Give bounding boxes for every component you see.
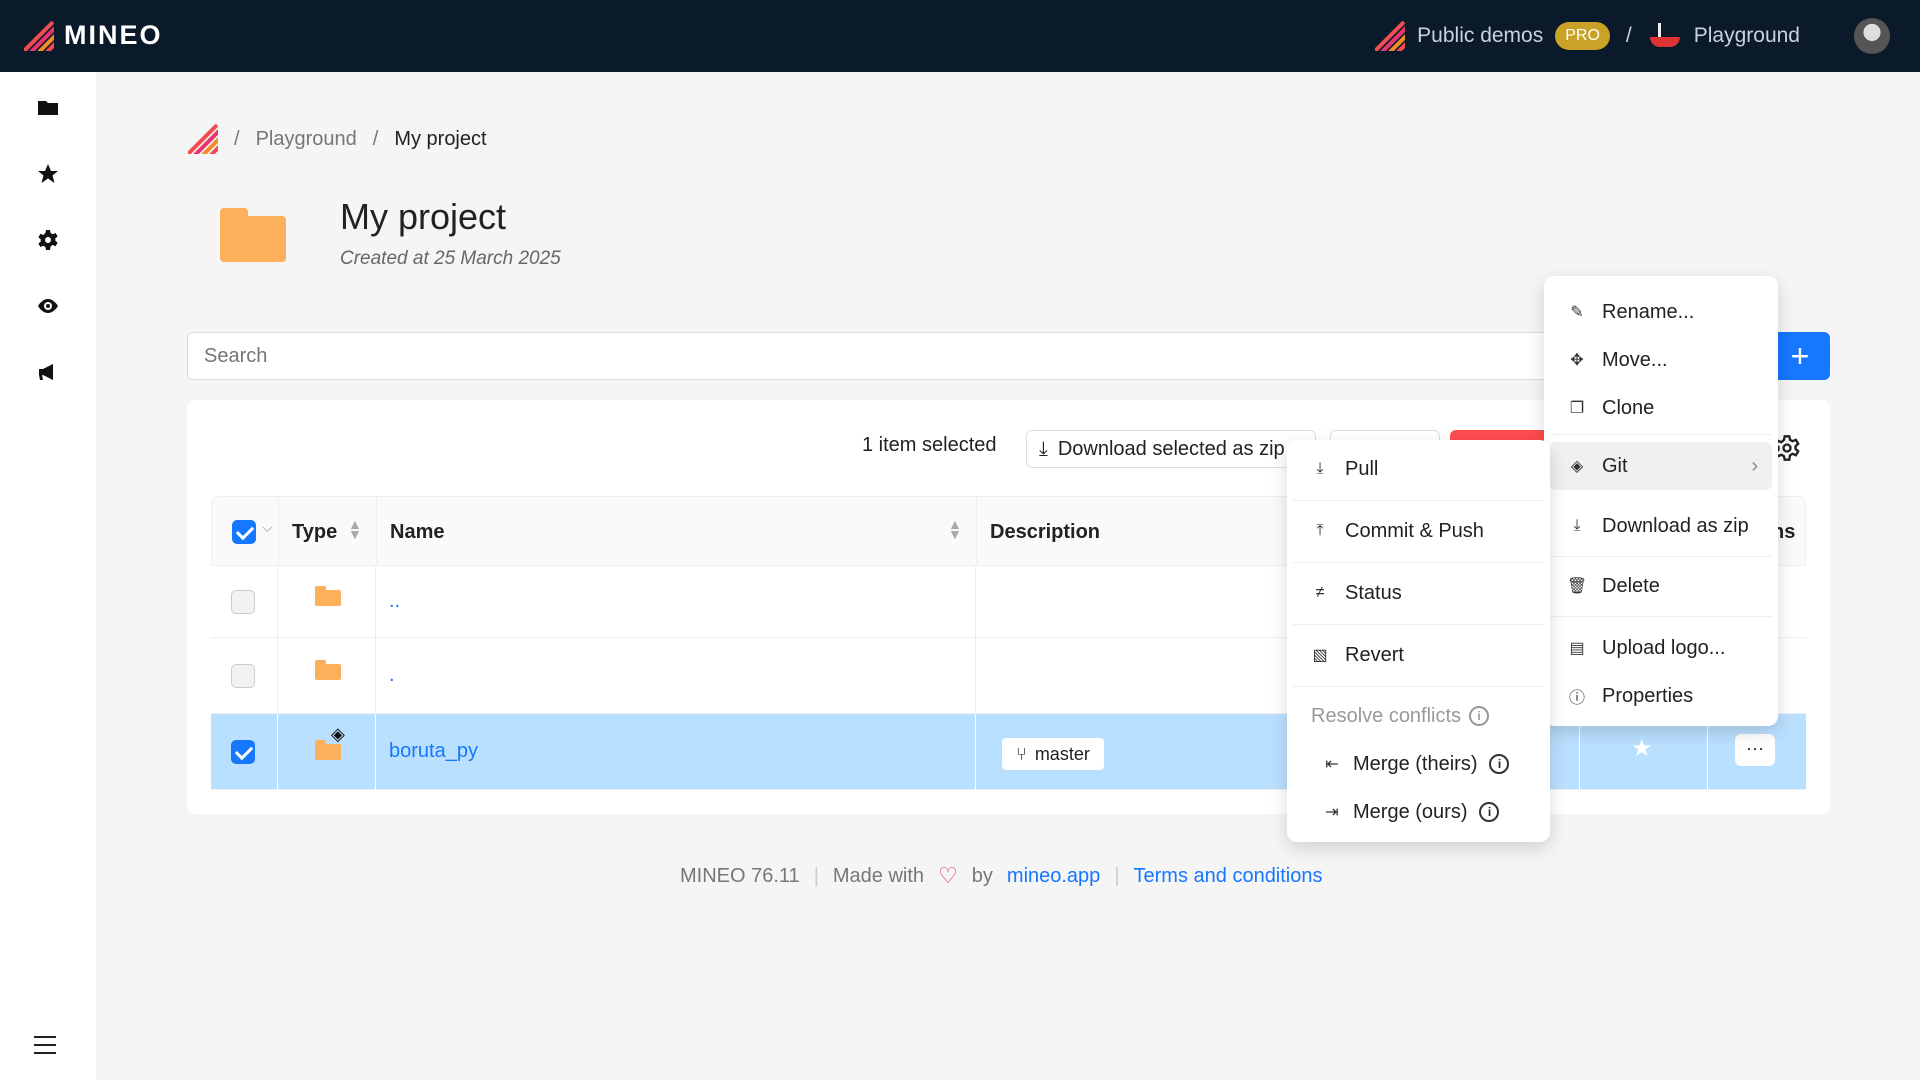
top-bar: MINEO Public demos PRO / Playground [0,0,1920,72]
sidebar [0,72,96,1080]
row-checkbox[interactable] [231,590,255,614]
download-selected-button[interactable]: ⤓ Download selected as zip [1026,430,1316,468]
menu-git[interactable]: ◈ Git › [1550,442,1772,490]
info-icon: i [1469,706,1490,726]
column-type[interactable]: Type [292,521,337,544]
project-folder-icon [220,208,286,262]
git-submenu: ⤓ Pull ⤒ Commit & Push ≠ Status ▧ Revert Res… [1287,440,1550,842]
footer-site-link[interactable]: mineo.app [1007,865,1100,888]
breadcrumb-separator: / [372,127,379,150]
menu-download-zip[interactable]: ⤓ Download as zip [1544,506,1778,546]
megaphone-icon[interactable] [36,360,60,384]
menu-rename[interactable]: ✎ Rename... [1544,292,1778,332]
search-input[interactable] [187,332,1777,380]
selection-count: 1 item selected [862,434,997,456]
column-name[interactable]: Name [390,521,444,544]
resolve-conflicts-heading: Resolve conflicts i [1287,696,1550,736]
menu-delete[interactable]: 🗑 Delete [1544,566,1778,606]
footer-by: by [971,864,993,887]
workspace-name[interactable]: Playground [1694,24,1800,48]
download-selected-label: Download selected as zip [1057,437,1285,460]
star-icon[interactable] [36,162,60,186]
branch-icon: ⑂ [1016,743,1027,764]
breadcrumb-separator: / [234,127,240,150]
move-icon: ✥ [1570,352,1584,369]
app-name: MINEO [64,20,163,50]
app-logo[interactable]: MINEO [24,20,163,51]
chevron-right-icon: › [1751,454,1758,477]
row-name-link[interactable]: . [389,664,395,687]
workspace-switcher: Public demos PRO / Playground [1375,0,1800,72]
menu-upload-logo[interactable]: ▤ Upload logo... [1544,628,1778,668]
plus-icon: + [1790,337,1810,374]
page-subtitle: Created at 25 March 2025 [340,248,561,269]
footer: MINEO 76.11 | Made with ♡ by mineo.app |… [680,863,1323,888]
git-icon: ◈ [331,724,345,744]
download-icon: ⤓ [1573,517,1581,534]
user-avatar[interactable] [1854,18,1890,54]
footer-terms-link[interactable]: Terms and conditions [1134,865,1323,888]
logo-stripes-icon [24,20,54,51]
git-status[interactable]: ≠ Status [1287,572,1550,614]
branch-tag: ⑂ master [1002,738,1104,770]
favorite-star-icon[interactable]: ★ [1631,734,1653,763]
breadcrumb-playground[interactable]: Playground [256,128,357,151]
folder-icon [315,586,341,606]
copy-icon: ❐ [1569,400,1585,417]
git-merge-theirs[interactable]: ⇤ Merge (theirs) i [1287,744,1550,784]
menu-move[interactable]: ✥ Move... [1544,340,1778,380]
row-more-button[interactable]: ··· [1735,734,1775,766]
revert-icon: ▧ [1312,647,1328,664]
row-checkbox[interactable] [231,664,255,688]
topbar-separator: / [1625,24,1632,47]
workspace-boat-icon [1648,23,1682,49]
folder-icon[interactable] [36,96,60,120]
git-revert[interactable]: ▧ Revert [1287,634,1550,676]
arrow-left-bar-icon: ⇤ [1325,756,1339,773]
home-logo-icon[interactable] [188,124,218,154]
add-button[interactable]: + [1770,332,1830,380]
row-name-link[interactable]: .. [389,590,400,613]
git-pull[interactable]: ⤓ Pull [1287,448,1550,490]
page-title: My project [340,196,507,237]
git-merge-ours[interactable]: ⇥ Merge (ours) i [1287,792,1550,832]
info-icon: ⓘ [1568,690,1585,707]
select-dropdown-chevron-icon[interactable]: ⌵ [262,519,273,536]
row-checkbox[interactable] [231,740,255,764]
breadcrumb: / Playground / My project [188,124,487,154]
info-icon: i [1489,754,1510,774]
eye-icon[interactable] [36,294,60,318]
sort-name-icon[interactable]: ▲ ▼ [948,517,962,541]
gear-icon[interactable] [36,228,60,252]
folder-icon [315,660,341,680]
arrow-right-bar-icon: ⇥ [1325,804,1339,821]
status-icon: ≠ [1315,584,1325,601]
download-icon: ⤓ [1039,437,1048,460]
trash-icon: 🗑 [1566,578,1588,595]
context-menu: ✎ Rename... ✥ Move... ❐ Clone ◈ Git › ⤓ Downlo… [1544,276,1778,726]
select-all-checkbox[interactable] [232,520,256,544]
org-name[interactable]: Public demos [1417,24,1543,48]
sort-type-icon[interactable]: ▲ ▼ [348,517,362,541]
column-description[interactable]: Description [990,521,1100,544]
menu-clone[interactable]: ❐ Clone [1544,388,1778,428]
row-name-link[interactable]: boruta_py [389,740,478,763]
heart-icon: ♡ [938,863,958,888]
footer-made-with: Made with [832,864,925,887]
info-icon: i [1479,802,1500,822]
file-icon: ▤ [1569,640,1585,657]
menu-icon[interactable] [34,1036,56,1054]
push-icon: ⤒ [1316,522,1324,539]
pro-badge: PRO [1555,22,1610,50]
menu-properties[interactable]: ⓘ Properties [1544,676,1778,716]
git-icon: ◈ [1570,458,1584,475]
footer-version: MINEO 76.11 [680,864,800,887]
breadcrumb-current: My project [394,127,487,150]
org-logo-icon [1375,21,1406,51]
branch-name: master [1034,743,1090,764]
pencil-icon: ✎ [1570,304,1584,321]
pull-icon: ⤓ [1316,460,1324,477]
git-commit-push[interactable]: ⤒ Commit & Push [1287,510,1550,552]
